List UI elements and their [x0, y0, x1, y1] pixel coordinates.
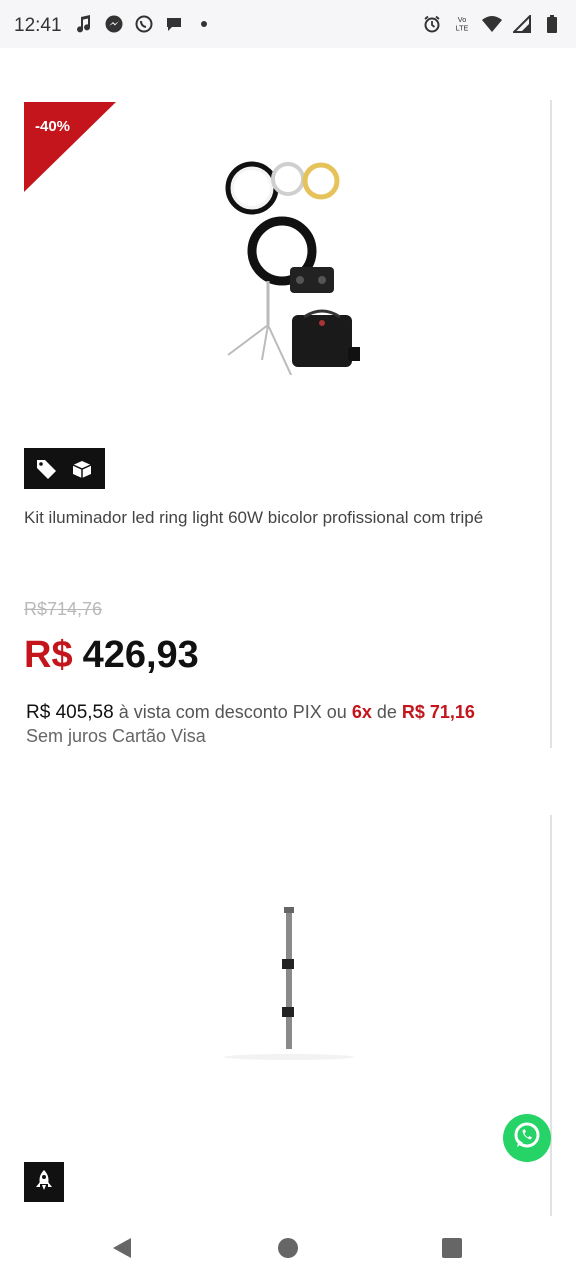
installments-de: de — [371, 702, 402, 722]
whatsapp-icon — [511, 1120, 543, 1157]
notification-icons — [74, 14, 214, 34]
system-icons: Vo LTE — [422, 14, 562, 34]
tag-icon — [35, 457, 59, 481]
volte-icon: Vo LTE — [452, 14, 472, 34]
installments-count: 6x — [351, 702, 372, 722]
pix-price: R$ 405,58 — [26, 702, 114, 723]
product-image[interactable] — [200, 155, 364, 378]
rocket-icon — [35, 1169, 53, 1196]
chat-bubble-icon — [164, 14, 184, 34]
installment-value: R$ 71,16 — [401, 702, 475, 722]
volte-label-bottom: LTE — [456, 23, 469, 32]
product-card[interactable] — [24, 815, 552, 1218]
wifi-icon — [482, 14, 502, 34]
status-bar: 12:41 Vo LTE — [0, 0, 576, 48]
recents-icon[interactable] — [440, 1236, 464, 1260]
old-price: R$714,76 — [24, 599, 103, 619]
battery-icon — [542, 14, 562, 34]
product-badges — [24, 448, 105, 489]
product-card[interactable]: -40% Kit iluminador led ring light 60W b… — [24, 100, 552, 748]
back-icon[interactable] — [110, 1236, 134, 1260]
current-price: R$ 426,93 — [24, 634, 199, 677]
pix-text: à vista com desconto PIX ou — [113, 702, 352, 722]
price-currency: R$ — [24, 634, 73, 676]
messenger-icon — [104, 14, 124, 34]
music-note-icon — [74, 14, 94, 34]
signal-icon — [512, 14, 532, 34]
shipping-badge — [24, 1162, 64, 1202]
status-time: 12:41 — [14, 15, 62, 36]
product-image[interactable] — [214, 907, 384, 1067]
home-icon[interactable] — [276, 1236, 300, 1260]
alarm-icon — [422, 14, 442, 34]
discount-ribbon: -40% — [24, 102, 116, 192]
installment-note: Sem juros Cartão Visa — [26, 726, 206, 746]
product-title[interactable]: Kit iluminador led ring light 60W bicolo… — [24, 508, 544, 528]
discount-label: -40% — [35, 118, 71, 135]
navigation-bar — [0, 1216, 576, 1280]
pix-payment-line: R$ 405,58 à vista com desconto PIX ou 6x… — [26, 702, 475, 724]
box-icon — [70, 457, 94, 481]
dot-icon — [194, 14, 214, 34]
whatsapp-button[interactable] — [503, 1114, 551, 1162]
price-value: 426,93 — [82, 634, 199, 676]
whatsapp-icon — [134, 14, 154, 34]
